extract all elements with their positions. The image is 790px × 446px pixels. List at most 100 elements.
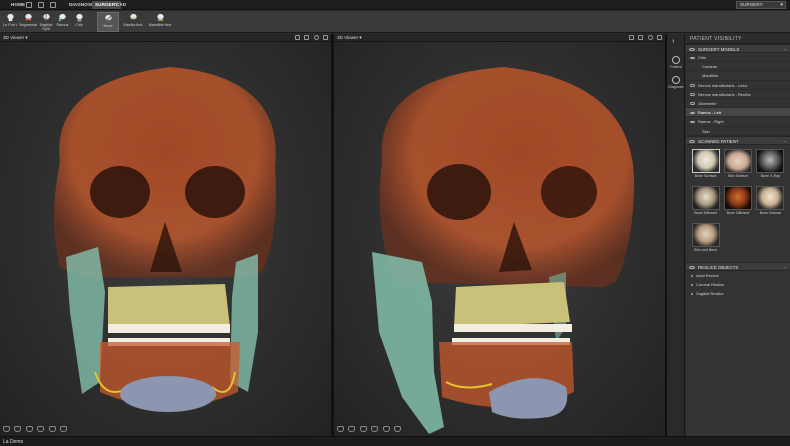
reset-view-icon[interactable]: [294, 35, 300, 40]
view-top-icon[interactable]: [37, 426, 45, 432]
skull-render-frontal[interactable]: [0, 42, 331, 436]
view-back-icon[interactable]: [393, 426, 401, 432]
model-item-mandible[interactable]: Mandible: [686, 71, 790, 81]
mandible-first-icon: [156, 13, 164, 21]
chin-button[interactable]: Chin: [72, 12, 86, 32]
mode-select[interactable]: SURGERY ▾: [736, 1, 786, 9]
eye-icon[interactable]: [689, 265, 695, 269]
eye-icon[interactable]: [690, 111, 695, 115]
menu-bar: HOME DIAGNOSE SURGERY CAD SURGERY ▾: [0, 0, 790, 10]
mode-select-value: SURGERY: [740, 2, 763, 7]
surgery-models-header[interactable]: SURGERY MODELS –: [686, 44, 790, 53]
sagittal-split-button[interactable]: Sagittal Split: [38, 12, 54, 32]
viewer-right-title[interactable]: 3D Viewer ▾: [337, 35, 362, 41]
skull-thumbnail: [691, 185, 720, 210]
snapshot-icon[interactable]: [304, 35, 310, 40]
collapse-icon[interactable]: –: [784, 137, 786, 146]
viewer-left[interactable]: 3D Viewer ▾: [0, 34, 331, 436]
viewer-right-header: 3D Viewer ▾: [334, 34, 665, 42]
view-bottom-icon[interactable]: [48, 426, 56, 432]
none-button[interactable]: None: [97, 12, 119, 32]
model-item-cranium[interactable]: Cranium: [686, 62, 790, 72]
eye-icon[interactable]: [690, 84, 695, 87]
save-icon[interactable]: [26, 2, 32, 8]
maximize-icon[interactable]: [657, 35, 662, 40]
eye-icon[interactable]: [690, 93, 695, 96]
view-right-icon[interactable]: [359, 426, 367, 432]
viewer-right[interactable]: 3D Viewer ▾: [334, 34, 665, 436]
ramus-button[interactable]: Ramus: [55, 12, 70, 32]
preset-bone-surface[interactable]: Bone Surface: [690, 148, 721, 183]
model-item-nerve-left[interactable]: Nervus mandibularis - Links: [686, 81, 790, 90]
maxilla-first-button[interactable]: Maxilla first: [121, 12, 145, 32]
snapshot-icon[interactable]: [638, 35, 644, 40]
view-bottom-icon[interactable]: [382, 426, 390, 432]
eye-icon[interactable]: [690, 56, 695, 59]
side-tool-strip: › Patient Diagnose: [667, 34, 685, 436]
skull-thumbnail: [691, 222, 720, 247]
collapse-panel-icon[interactable]: ›: [672, 38, 674, 45]
scanned-patient-header[interactable]: SCANNED PATIENT –: [686, 135, 790, 146]
viewer-left-header: 3D Viewer ▾: [0, 34, 331, 42]
status-bar: La Demo: [0, 436, 790, 446]
viewer-left-title[interactable]: 3D Viewer ▾: [3, 35, 28, 41]
preset-bone-diffused-2[interactable]: Bone Diffused: [722, 185, 753, 220]
view-left-icon[interactable]: [14, 426, 22, 432]
model-item-nerve-right[interactable]: Nervus mandibularis - Rechts: [686, 90, 790, 99]
preset-skin-and-bone[interactable]: Skin and Bone: [690, 222, 721, 257]
patient-visibility-panel: PATIENT VISIBILITY SURGERY MODELS – Chin…: [686, 34, 790, 436]
chevron-down-icon: ▾: [780, 2, 783, 8]
panel-title: PATIENT VISIBILITY: [686, 34, 790, 44]
skull-thumbnail: [756, 185, 785, 210]
eye-icon[interactable]: [689, 139, 695, 143]
model-item-chin[interactable]: Chin: [686, 53, 790, 63]
view-left-icon[interactable]: [348, 426, 356, 432]
model-item-oberkiefer[interactable]: Oberkiefer: [686, 99, 790, 109]
status-text: La Demo: [3, 439, 24, 445]
preset-bone-natural[interactable]: Bone Natural: [755, 185, 786, 220]
segmental-icon: [24, 13, 32, 21]
segmental-button[interactable]: Segmental: [19, 12, 37, 32]
face-thumbnail: [723, 148, 752, 173]
none-icon: [104, 14, 112, 23]
menu-cad[interactable]: CAD: [113, 1, 129, 9]
sagittal-split-icon: [42, 13, 50, 22]
eye-icon[interactable]: [689, 48, 695, 51]
view-right-icon[interactable]: [25, 426, 33, 432]
preset-skin-surface[interactable]: Skin Surface: [722, 148, 753, 183]
undo-icon[interactable]: [38, 2, 44, 8]
maxilla-first-icon: [129, 13, 137, 20]
maximize-icon[interactable]: [323, 35, 328, 40]
zoom-icon[interactable]: [313, 35, 319, 40]
ramus-icon: [58, 13, 66, 22]
view-front-icon[interactable]: [337, 426, 344, 432]
skull-render-oblique[interactable]: [334, 42, 665, 436]
reset-view-icon[interactable]: [628, 35, 634, 40]
redo-icon[interactable]: [50, 2, 56, 8]
lefort-icon: [6, 13, 14, 22]
reslice-coronal[interactable]: Coronal Reslice: [686, 280, 790, 289]
eye-icon[interactable]: [690, 102, 695, 105]
diagnose-icon: [672, 76, 680, 84]
eye-icon: [672, 56, 680, 64]
view-back-icon[interactable]: [59, 426, 67, 432]
preset-bone-diffused-1[interactable]: Bone Diffused: [690, 185, 721, 220]
reslice-axial[interactable]: Axial Reslice: [686, 271, 790, 280]
reslice-sagittal[interactable]: Sagittal Reslice: [686, 289, 790, 298]
mandible-first-button[interactable]: Mandible first: [147, 12, 173, 32]
skull-thumbnail: [723, 185, 752, 210]
model-item-ramus-right[interactable]: Ramus - Right: [686, 117, 790, 127]
chin-icon: [75, 13, 83, 22]
diagnose-button[interactable]: Diagnose: [668, 76, 684, 92]
ribbon-toolbar: Le Fort I Segmental Sagittal Split Ramus…: [0, 11, 790, 33]
zoom-icon[interactable]: [647, 35, 653, 40]
view-top-icon[interactable]: [371, 426, 379, 432]
reslice-objects-header[interactable]: RESLICE OBJECTS –: [686, 261, 790, 271]
view-front-icon[interactable]: [3, 426, 10, 432]
model-item-skin[interactable]: Skin: [686, 127, 790, 136]
eye-icon[interactable]: [690, 120, 695, 124]
model-item-ramus-left[interactable]: Ramus - Left: [686, 108, 790, 118]
patient-button[interactable]: Patient: [668, 56, 684, 72]
preset-bone-xray[interactable]: Bone X-Ray: [755, 148, 786, 183]
lefort-button[interactable]: Le Fort I: [2, 12, 18, 32]
